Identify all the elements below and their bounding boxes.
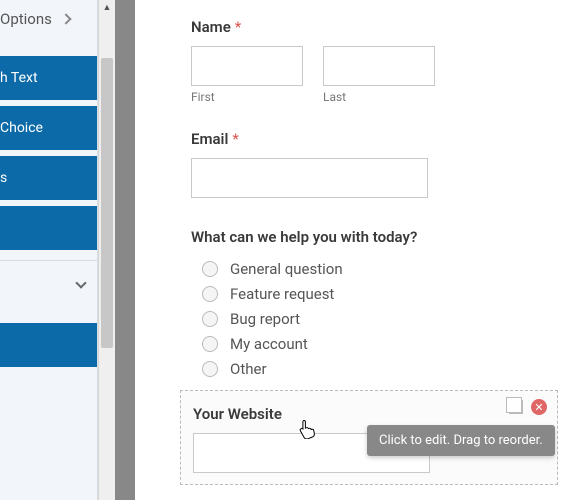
radio-label: Other (230, 360, 267, 378)
radio-option[interactable]: General question (191, 260, 562, 278)
field-type-label: h Text (0, 70, 38, 86)
field-type-label: s (0, 170, 7, 186)
radio-icon (202, 361, 218, 377)
section-expand[interactable] (0, 261, 97, 305)
field-type-label: Choice (0, 120, 43, 136)
radio-option[interactable]: Other (191, 360, 562, 378)
last-name-input[interactable] (323, 46, 435, 86)
last-name-sublabel: Last (323, 90, 435, 104)
field-type-button-2[interactable]: s (0, 156, 97, 200)
radio-icon (202, 336, 218, 352)
radio-icon (202, 261, 218, 277)
triangle-up-icon: ▲ (103, 2, 112, 13)
first-name-sublabel: First (191, 90, 303, 104)
help-radio-group: General question Feature request Bug rep… (191, 260, 562, 378)
label-text: Your Website (193, 405, 282, 423)
sidebar-panel: Options h Text Choice s (0, 0, 98, 500)
label-text: Name (191, 18, 231, 36)
label-text: What can we help you with today? (191, 228, 417, 246)
field-tools: ✕ (509, 399, 547, 415)
radio-icon (202, 311, 218, 327)
delete-icon[interactable]: ✕ (531, 399, 547, 415)
label-text: Email (191, 130, 228, 148)
required-asterisk: * (232, 130, 238, 148)
help-field-label: What can we help you with today? (191, 228, 562, 246)
field-hover-tooltip: Click to edit. Drag to reorder. (367, 425, 555, 456)
radio-label: General question (230, 260, 343, 278)
field-type-button-4[interactable] (0, 323, 97, 367)
field-options-toggle[interactable]: Options (0, 0, 97, 38)
panel-gutter (115, 0, 135, 500)
radio-label: Feature request (230, 285, 334, 303)
field-type-button-0[interactable]: h Text (0, 56, 97, 100)
chevron-right-icon (60, 13, 71, 24)
first-name-column: First (191, 46, 303, 104)
radio-label: My account (230, 335, 308, 353)
first-name-input[interactable] (191, 46, 303, 86)
radio-option[interactable]: My account (191, 335, 562, 353)
radio-option[interactable]: Bug report (191, 310, 562, 328)
sidebar-scrollbar[interactable]: ▲ (98, 0, 115, 500)
required-asterisk: * (235, 18, 241, 36)
chevron-down-icon (75, 277, 86, 288)
radio-label: Bug report (230, 310, 300, 328)
duplicate-icon[interactable] (509, 400, 523, 414)
field-options-label: Options (0, 10, 52, 28)
email-field-label: Email * (191, 130, 562, 148)
radio-option[interactable]: Feature request (191, 285, 562, 303)
radio-icon (202, 286, 218, 302)
scroll-up-button[interactable]: ▲ (99, 0, 115, 15)
field-type-button-1[interactable]: Choice (0, 106, 97, 150)
email-input[interactable] (191, 158, 428, 198)
website-field-label: Your Website (193, 405, 545, 423)
field-type-button-3[interactable] (0, 206, 97, 250)
scroll-thumb[interactable] (101, 58, 113, 348)
last-name-column: Last (323, 46, 435, 104)
name-field-label: Name * (191, 18, 562, 36)
